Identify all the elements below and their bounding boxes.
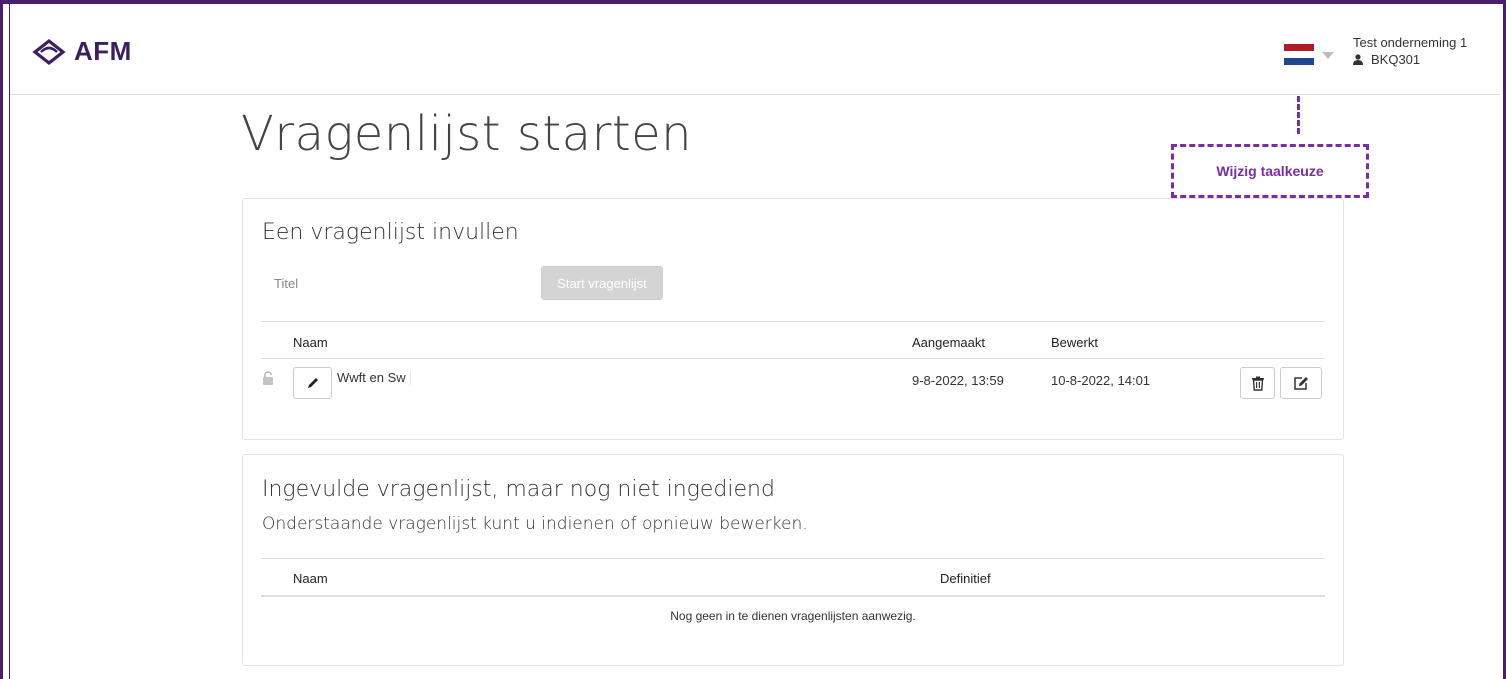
callout-connector: [1297, 96, 1300, 134]
trash-icon: [1251, 376, 1264, 391]
user-id-row: BKQ301: [1353, 51, 1467, 68]
submitted-questionnaire-panel: Ingevulde vragenlijst, maar nog niet ing…: [242, 454, 1344, 666]
edit-button[interactable]: [1280, 367, 1322, 399]
user-id: BKQ301: [1371, 52, 1421, 67]
flag-stripe-blue: [1284, 58, 1314, 65]
chevron-down-icon: [1322, 52, 1334, 59]
company-name: Test onderneming 1: [1353, 35, 1468, 50]
rename-button[interactable]: [293, 367, 332, 399]
pencil-icon: [307, 378, 318, 388]
title-input[interactable]: [260, 269, 520, 297]
flag-stripe-red: [1284, 44, 1314, 51]
edit-icon: [1294, 376, 1308, 390]
callout-change-language: Wijzig taalkeuze: [1171, 144, 1369, 198]
row-created: 9-8-2022, 13:59: [912, 373, 1004, 388]
user-info: Test onderneming 1 BKQ301: [1353, 34, 1467, 68]
empty-state-message: Nog geen in te dienen vragenlijsten aanw…: [670, 609, 916, 623]
flag-stripe-white: [1284, 51, 1314, 58]
logo-text: AFM: [74, 36, 132, 66]
panel-heading: Ingevulde vragenlijst, maar nog niet ing…: [262, 477, 775, 502]
page-title: Vragenlijst starten: [241, 106, 693, 162]
table-header-divider: [261, 358, 1325, 359]
column-header-created: Aangemaakt: [912, 335, 985, 350]
unlock-icon: [263, 371, 273, 385]
top-bar: AFM Test onderneming 1 BKQ301: [10, 4, 1500, 95]
user-icon: [1353, 54, 1363, 65]
table-top-divider: [261, 558, 1325, 559]
language-selector[interactable]: [1284, 44, 1334, 65]
table-header-divider: [261, 595, 1325, 597]
delete-button[interactable]: [1240, 367, 1275, 399]
column-header-name: Naam: [293, 335, 328, 350]
row-name: Wwft en Sw: [337, 370, 411, 385]
afm-logo-icon: [32, 38, 66, 65]
column-header-edited: Bewerkt: [1051, 335, 1098, 350]
afm-logo[interactable]: AFM: [32, 36, 132, 67]
dutch-flag-icon: [1284, 44, 1314, 65]
start-questionnaire-button[interactable]: Start vragenlijst: [541, 266, 663, 300]
row-edited: 10-8-2022, 14:01: [1051, 373, 1151, 388]
table-top-divider: [261, 321, 1325, 322]
panel-subheading: Onderstaande vragenlijst kunt u indienen…: [262, 514, 808, 534]
column-header-final: Definitief: [940, 571, 991, 586]
fill-questionnaire-panel: Een vragenlijst invullen Start vragenlij…: [242, 198, 1344, 440]
panel-heading: Een vragenlijst invullen: [262, 220, 519, 245]
column-header-name: Naam: [293, 571, 328, 586]
